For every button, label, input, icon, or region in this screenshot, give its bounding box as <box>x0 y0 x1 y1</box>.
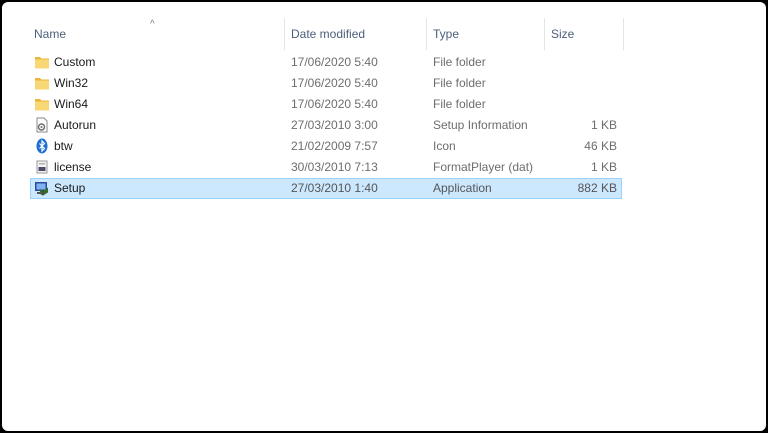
column-header-size-label: Size <box>551 27 575 41</box>
file-name: Win32 <box>54 76 89 90</box>
file-size: 882 KB <box>577 181 617 195</box>
file-size: 1 KB <box>590 160 617 174</box>
file-name: Custom <box>54 55 96 69</box>
column-header-type[interactable]: Type <box>427 18 545 50</box>
folder-icon <box>34 96 50 112</box>
column-header-type-label: Type <box>433 27 460 41</box>
file-explorer-window: Name ^ Date modified Type Size Custom 17… <box>2 2 766 431</box>
file-row-custom[interactable]: Custom 17/06/2020 5:40 File folder <box>30 52 622 73</box>
file-type: FormatPlayer (dat) <box>433 160 534 174</box>
column-header-bar: Name ^ Date modified Type Size <box>28 18 624 50</box>
file-name: Autorun <box>54 118 97 132</box>
bluetooth-icon <box>34 138 50 154</box>
folder-icon <box>34 75 50 91</box>
file-type: Setup Information <box>433 118 528 132</box>
file-row-autorun[interactable]: Autorun 27/03/2010 3:00 Setup Informatio… <box>30 115 622 136</box>
file-name: Setup <box>54 181 86 195</box>
file-name: license <box>54 160 92 174</box>
file-row-license[interactable]: license 30/03/2010 7:13 FormatPlayer (da… <box>30 157 622 178</box>
file-type: Icon <box>433 139 456 153</box>
file-date-modified: 17/06/2020 5:40 <box>291 76 378 90</box>
file-row-setup[interactable]: Setup 27/03/2010 1:40 Application 882 KB <box>30 178 622 199</box>
file-type: File folder <box>433 76 486 90</box>
column-header-date-modified[interactable]: Date modified <box>285 18 427 50</box>
file-date-modified: 27/03/2010 1:40 <box>291 181 378 195</box>
file-type: File folder <box>433 55 486 69</box>
file-date-modified: 27/03/2010 3:00 <box>291 118 378 132</box>
folder-icon <box>34 54 50 70</box>
file-row-win64[interactable]: Win64 17/06/2020 5:40 File folder <box>30 94 622 115</box>
file-name: btw <box>54 139 73 153</box>
column-header-date-label: Date modified <box>291 27 366 41</box>
column-header-name[interactable]: Name ^ <box>28 18 285 50</box>
file-date-modified: 17/06/2020 5:40 <box>291 55 378 69</box>
file-size: 46 KB <box>584 139 617 153</box>
sort-ascending-icon: ^ <box>150 19 155 30</box>
column-header-size[interactable]: Size <box>545 18 624 50</box>
column-header-name-label: Name <box>34 27 67 41</box>
settings-file-icon <box>34 117 50 133</box>
file-type: Application <box>433 181 492 195</box>
file-date-modified: 21/02/2009 7:57 <box>291 139 378 153</box>
file-row-btw[interactable]: btw 21/02/2009 7:57 Icon 46 KB <box>30 136 622 157</box>
file-row-win32[interactable]: Win32 17/06/2020 5:40 File folder <box>30 73 622 94</box>
setup-app-icon <box>34 180 50 196</box>
file-list: Custom 17/06/2020 5:40 File folder Win32… <box>30 52 622 199</box>
file-date-modified: 17/06/2020 5:40 <box>291 97 378 111</box>
dat-file-icon <box>34 159 50 175</box>
file-size: 1 KB <box>590 118 617 132</box>
file-name: Win64 <box>54 97 89 111</box>
file-type: File folder <box>433 97 486 111</box>
file-date-modified: 30/03/2010 7:13 <box>291 160 378 174</box>
